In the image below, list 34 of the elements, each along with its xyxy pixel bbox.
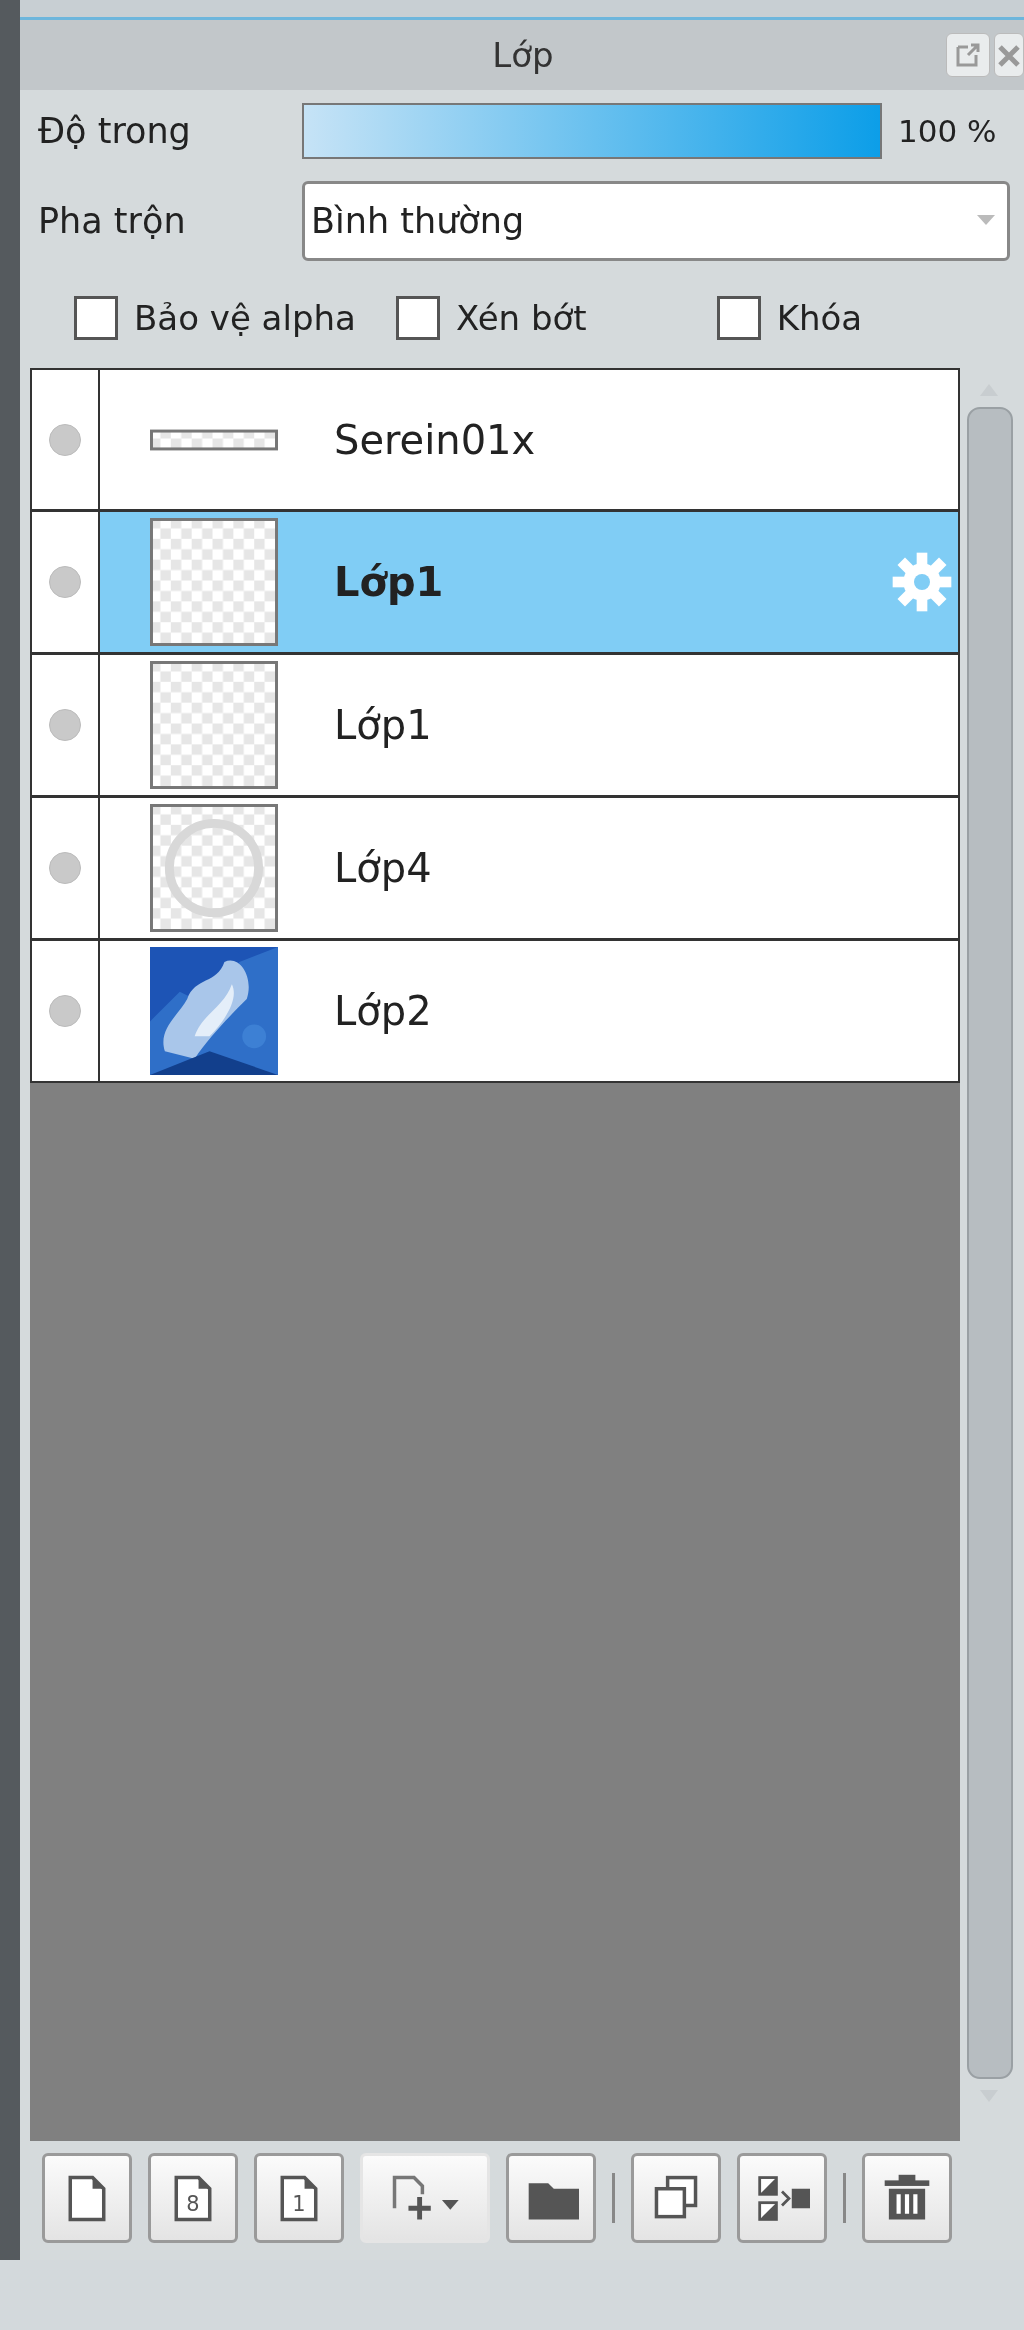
layer-name: Lớp4 — [334, 844, 433, 893]
checkbox-label: Xén bớt — [455, 296, 587, 340]
numbered-page-button[interactable]: 1 — [254, 2153, 344, 2243]
add-page-button[interactable] — [360, 2153, 490, 2243]
copy-button[interactable] — [631, 2153, 721, 2243]
visibility-dot-icon[interactable] — [49, 709, 81, 741]
numbered-page-button[interactable]: 8 — [148, 2153, 238, 2243]
panel-title: Lớp — [491, 33, 555, 77]
checkbox[interactable] — [716, 296, 761, 340]
folder-button[interactable] — [506, 2153, 596, 2243]
opacity-label: Độ trong — [37, 109, 192, 153]
visibility-dot-icon[interactable] — [49, 995, 81, 1027]
merge-button[interactable] — [737, 2153, 827, 2243]
checkbox-label: Khóa — [776, 296, 863, 340]
layer-name: Serein01x — [334, 415, 537, 465]
layer-name: Lớp2 — [334, 987, 433, 1036]
layer-row[interactable]: Lớp1 — [100, 512, 958, 652]
new-page-button[interactable] — [42, 2153, 132, 2243]
dropdown-caret-icon — [977, 215, 995, 227]
close-icon[interactable] — [994, 33, 1024, 77]
blend-dropdown[interactable]: Bình thường — [302, 181, 1010, 261]
popout-icon[interactable] — [946, 33, 990, 77]
trash-button[interactable] — [862, 2153, 952, 2243]
blend-label: Pha trộn — [37, 199, 187, 243]
opacity-value: 100 % — [898, 111, 997, 151]
checkbox[interactable] — [74, 296, 118, 340]
gear-icon[interactable] — [890, 550, 954, 614]
layer-name: Lớp1 — [334, 701, 433, 750]
checkbox-label: Bảo vệ alpha — [134, 296, 356, 340]
visibility-dot-icon[interactable] — [49, 852, 81, 884]
checkbox[interactable] — [395, 296, 440, 340]
layer-name: Lớp1 — [334, 558, 445, 607]
visibility-dot-icon[interactable] — [49, 566, 81, 598]
visibility-dot-icon[interactable] — [49, 423, 81, 456]
